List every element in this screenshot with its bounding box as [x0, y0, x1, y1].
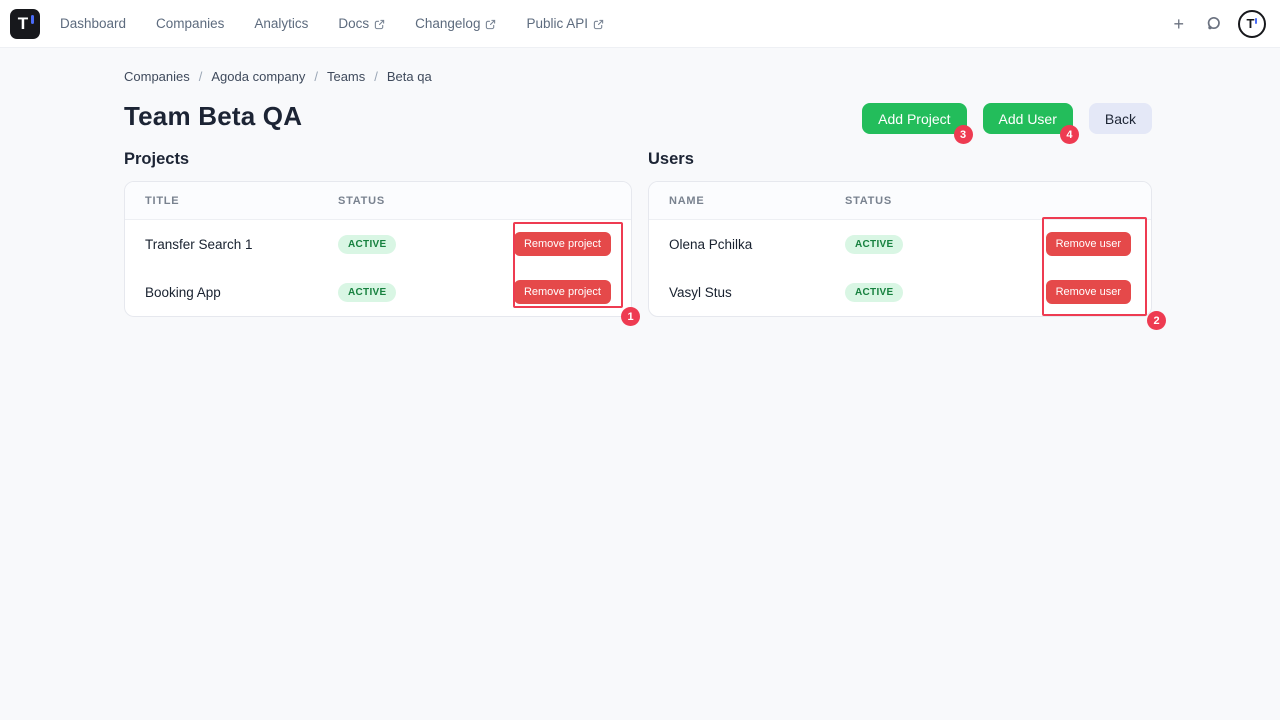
nav-public-api-label: Public API	[526, 16, 588, 31]
topbar: T Dashboard Companies Analytics Docs Cha…	[0, 0, 1280, 48]
remove-project-button[interactable]: Remove project	[514, 232, 611, 256]
avatar-logo-accent	[1255, 18, 1258, 24]
user-avatar[interactable]: T	[1238, 10, 1266, 38]
nav-companies-label: Companies	[156, 16, 224, 31]
column-header-status: STATUS	[845, 195, 1131, 207]
users-table: NAME STATUS Olena Pchilka ACTIVE Remove …	[648, 181, 1152, 317]
users-section-title: Users	[648, 150, 1152, 169]
page-title: Team Beta QA	[124, 101, 302, 132]
logo-letter: T	[18, 15, 28, 32]
nav-dashboard[interactable]: Dashboard	[60, 16, 126, 31]
project-title: Booking App	[145, 285, 338, 300]
plus-icon[interactable]: +	[1169, 13, 1188, 35]
app-logo[interactable]: T	[10, 9, 40, 39]
external-link-icon	[485, 19, 496, 30]
user-name: Olena Pchilka	[669, 237, 845, 252]
nav-docs[interactable]: Docs	[338, 16, 385, 31]
status-badge: ACTIVE	[845, 283, 903, 302]
projects-table-header: TITLE STATUS	[125, 182, 631, 220]
projects-table: TITLE STATUS Transfer Search 1 ACTIVE Re…	[124, 181, 632, 317]
nav-analytics-label: Analytics	[254, 16, 308, 31]
projects-section: Projects TITLE STATUS Transfer Search 1 …	[124, 150, 632, 317]
project-title: Transfer Search 1	[145, 237, 338, 252]
main-nav: Dashboard Companies Analytics Docs Chang…	[60, 16, 604, 31]
table-row: Booking App ACTIVE Remove project	[125, 268, 631, 316]
annotation-badge-4: 4	[1060, 125, 1079, 144]
column-header-status: STATUS	[338, 195, 611, 207]
avatar-logo-letter: T	[1247, 17, 1255, 30]
status-badge: ACTIVE	[338, 235, 396, 254]
column-header-title: TITLE	[145, 195, 338, 207]
add-user-label: Add User	[999, 111, 1057, 127]
page-actions: Add Project 3 Add User 4 Back	[862, 103, 1152, 134]
breadcrumb-separator: /	[314, 69, 318, 84]
table-row: Olena Pchilka ACTIVE Remove user	[649, 220, 1151, 268]
add-user-button[interactable]: Add User 4	[983, 103, 1073, 134]
nav-changelog-label: Changelog	[415, 16, 480, 31]
topbar-actions: + T	[1169, 10, 1266, 38]
breadcrumb-separator: /	[199, 69, 203, 84]
external-link-icon	[374, 19, 385, 30]
breadcrumb-item-teams[interactable]: Teams	[327, 69, 365, 84]
remove-user-button[interactable]: Remove user	[1046, 232, 1131, 256]
table-row: Vasyl Stus ACTIVE Remove user	[649, 268, 1151, 316]
back-label: Back	[1105, 111, 1136, 127]
add-project-button[interactable]: Add Project 3	[862, 103, 966, 134]
breadcrumb: Companies / Agoda company / Teams / Beta…	[124, 69, 432, 84]
nav-public-api[interactable]: Public API	[526, 16, 604, 31]
users-table-header: NAME STATUS	[649, 182, 1151, 220]
nav-companies[interactable]: Companies	[156, 16, 224, 31]
remove-project-button[interactable]: Remove project	[514, 280, 611, 304]
logo-accent-mark	[31, 15, 35, 24]
search-icon[interactable]	[1203, 14, 1223, 34]
breadcrumb-item-agoda-company[interactable]: Agoda company	[211, 69, 305, 84]
projects-section-title: Projects	[124, 150, 632, 169]
status-badge: ACTIVE	[338, 283, 396, 302]
nav-analytics[interactable]: Analytics	[254, 16, 308, 31]
breadcrumb-item-beta-qa[interactable]: Beta qa	[387, 69, 432, 84]
nav-changelog[interactable]: Changelog	[415, 16, 496, 31]
breadcrumb-item-companies[interactable]: Companies	[124, 69, 190, 84]
nav-docs-label: Docs	[338, 16, 369, 31]
user-name: Vasyl Stus	[669, 285, 845, 300]
column-header-name: NAME	[669, 195, 845, 207]
back-button[interactable]: Back	[1089, 103, 1152, 134]
remove-user-button[interactable]: Remove user	[1046, 280, 1131, 304]
annotation-badge-3: 3	[954, 125, 973, 144]
external-link-icon	[593, 19, 604, 30]
users-section: Users NAME STATUS Olena Pchilka ACTIVE R…	[648, 150, 1152, 317]
breadcrumb-separator: /	[374, 69, 378, 84]
add-project-label: Add Project	[878, 111, 950, 127]
table-row: Transfer Search 1 ACTIVE Remove project	[125, 220, 631, 268]
nav-dashboard-label: Dashboard	[60, 16, 126, 31]
status-badge: ACTIVE	[845, 235, 903, 254]
